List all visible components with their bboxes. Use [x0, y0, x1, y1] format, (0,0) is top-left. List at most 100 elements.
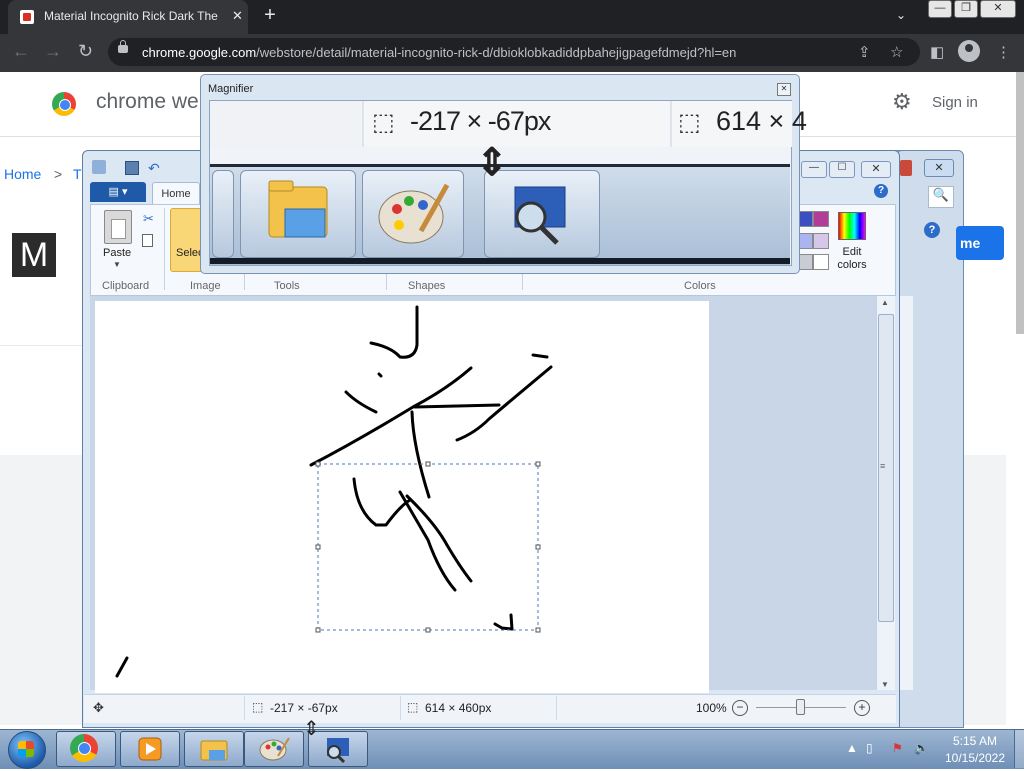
window-close-button[interactable]: ✕ [980, 0, 1016, 18]
magnified-taskbar-button [212, 170, 234, 258]
group-label-colors: Colors [684, 280, 716, 292]
selection-size-icon: ⬚ [252, 700, 264, 714]
webstore-logo-icon[interactable] [52, 92, 76, 116]
stroke [531, 353, 549, 359]
window-minimize-button[interactable]: — [928, 0, 952, 18]
settings-gear-icon[interactable]: ⚙ [892, 89, 912, 115]
scroll-up-arrow-icon[interactable]: ▲ [881, 298, 889, 307]
background-window-scrollbar[interactable] [898, 296, 913, 690]
zoom-in-button[interactable]: + [854, 700, 870, 716]
paint-close-button[interactable]: ✕ [861, 161, 891, 178]
sidebar-icon[interactable]: ◧ [930, 43, 944, 61]
page-section-bg [0, 455, 84, 725]
volume-icon[interactable]: 🔈 [914, 741, 929, 755]
new-tab-button[interactable]: + [260, 4, 280, 27]
selection-handle [535, 627, 541, 633]
help-icon[interactable]: ? [924, 222, 940, 238]
tab-home[interactable]: Home [152, 182, 200, 205]
paste-button-label[interactable]: Paste [103, 247, 131, 259]
stroke [369, 305, 419, 359]
share-icon[interactable]: ⇪ [858, 43, 871, 61]
stroke [115, 656, 129, 678]
sign-in-link[interactable]: Sign in [932, 94, 978, 111]
drawing-canvas[interactable] [95, 301, 709, 693]
reload-icon[interactable]: ↻ [78, 41, 93, 62]
paint-menu-button[interactable]: ▤ ▾ [90, 182, 146, 202]
zoom-out-button[interactable]: − [732, 700, 748, 716]
stroke [413, 403, 501, 409]
help-icon[interactable]: ? [874, 184, 888, 198]
zoom-level: 100% [696, 701, 727, 715]
paint-maximize-button[interactable]: ☐ [829, 161, 855, 178]
color-swatch[interactable] [813, 254, 829, 270]
url-path: /webstore/detail/material-incognito-rick… [256, 45, 737, 60]
forward-arrow-icon[interactable]: → [44, 41, 62, 62]
bookmark-star-icon[interactable]: ☆ [890, 43, 903, 61]
paste-icon[interactable] [104, 210, 132, 244]
zoom-slider-thumb[interactable] [796, 699, 805, 715]
back-arrow-icon[interactable]: ← [12, 41, 30, 62]
chevron-down-icon[interactable]: ▼ [113, 260, 121, 269]
undo-icon[interactable]: ↶ [148, 160, 160, 177]
browser-tab[interactable]: Material Incognito Rick Dark The ✕ [8, 0, 248, 34]
folder-icon [268, 180, 328, 238]
show-hidden-icons-arrow[interactable]: ▲ [846, 741, 858, 755]
edit-colors-label[interactable]: Edit colors [836, 246, 868, 272]
selection-handle [535, 544, 541, 550]
magnifier-close-button[interactable]: ✕ [777, 83, 791, 96]
magnified-size-icon: ⬚ [678, 109, 701, 136]
tab-favicon-icon [20, 10, 34, 24]
save-icon[interactable] [125, 161, 139, 175]
group-label-tools: Tools [274, 280, 300, 292]
taskbar-paint-button[interactable] [244, 731, 304, 767]
tab-title: Material Incognito Rick Dark The [44, 9, 218, 23]
copy-icon[interactable] [142, 234, 153, 247]
media-player-icon [138, 737, 162, 761]
taskbar-explorer-button[interactable] [184, 731, 244, 767]
network-icon[interactable]: ▯ [866, 741, 873, 755]
window-restore-button[interactable]: ❐ [954, 0, 978, 18]
cut-icon[interactable]: ✂ [143, 211, 154, 227]
stroke [455, 365, 553, 442]
taskbar-media-player-button[interactable] [120, 731, 180, 767]
tab-search-button[interactable]: ⌄ [896, 8, 906, 22]
group-label-shapes: Shapes [408, 280, 446, 292]
edit-colors-icon[interactable] [838, 212, 866, 240]
paint-minimize-button[interactable]: — [801, 161, 827, 178]
color-swatch[interactable] [813, 233, 829, 249]
breadcrumb-category[interactable]: T [73, 166, 82, 182]
page-scrollbar[interactable] [1016, 72, 1024, 334]
scroll-down-arrow-icon[interactable]: ▼ [881, 680, 889, 689]
search-icon[interactable]: 🔍 [928, 186, 954, 208]
url-text[interactable]: chrome.google.com/webstore/detail/materi… [142, 45, 736, 60]
color-swatch[interactable] [813, 211, 829, 227]
magnified-paint-button [362, 170, 464, 258]
status-separator [244, 696, 245, 720]
profile-icon[interactable] [958, 40, 980, 62]
menu-dots-icon[interactable]: ⋮ [996, 43, 1011, 61]
palette-icon [378, 183, 450, 244]
breadcrumb-home[interactable]: Home [4, 166, 41, 182]
selection-handle [315, 461, 321, 467]
background-window-close-button[interactable]: ✕ [924, 159, 954, 177]
stroke [309, 366, 473, 467]
magnified-taskbar-edge [210, 258, 790, 264]
clock-time[interactable]: 5:15 AM [948, 734, 1002, 748]
clock-date[interactable]: 10/15/2022 [944, 751, 1006, 765]
magnifier-title: Magnifier [208, 83, 254, 95]
mouse-cursor-icon: ⇕ [303, 718, 320, 740]
group-label-image: Image [190, 280, 221, 292]
status-separator [400, 696, 401, 720]
lock-icon[interactable] [118, 40, 128, 53]
webstore-title[interactable]: chrome we [96, 90, 199, 114]
tab-close-icon[interactable]: ✕ [232, 8, 243, 24]
magnified-size-text: 614 × 4 [716, 106, 807, 136]
show-desktop-button[interactable] [1014, 730, 1024, 768]
canvas-size-icon: ⬚ [407, 700, 419, 714]
paint-app-icon[interactable] [92, 160, 106, 174]
stroke [344, 390, 378, 414]
magnified-explorer-button [240, 170, 356, 258]
action-center-flag-icon[interactable]: ⚑ [892, 741, 903, 755]
resize-cursor-icon: ⇕ [476, 142, 508, 184]
add-to-chrome-button[interactable]: me [956, 226, 1004, 260]
